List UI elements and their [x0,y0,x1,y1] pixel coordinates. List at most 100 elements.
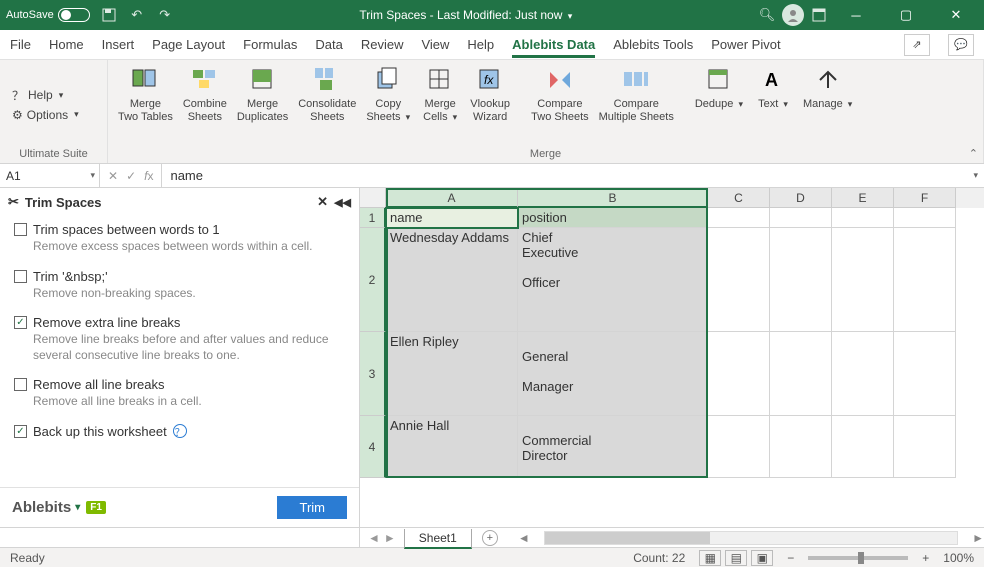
option-4[interactable]: ✓Back up this worksheet？ [14,424,345,439]
scroll-right-icon[interactable]: ► [972,531,984,545]
spreadsheet-grid[interactable]: ABCDEF1nameposition2Wednesday AddamsChie… [360,188,984,527]
zoom-out-icon[interactable]: − [787,551,794,565]
tab-ablebits-tools[interactable]: Ablebits Tools [613,33,693,56]
pane-collapse-icon[interactable]: ◀◀ [334,196,351,209]
ribbon-display-icon[interactable] [810,6,828,24]
cell[interactable] [770,228,832,332]
ablebits-brand[interactable]: Ablebits▾ [12,499,80,516]
row-header[interactable]: 4 [360,416,386,478]
horizontal-scrollbar[interactable] [544,531,958,545]
cell[interactable] [770,208,832,228]
col-header-C[interactable]: C [708,188,770,208]
col-header-A[interactable]: A [386,188,518,208]
minimize-button[interactable]: ─ [834,0,878,30]
cell[interactable]: Ellen Ripley [386,332,518,416]
share-icon[interactable]: ⇗ [904,34,930,56]
row-header[interactable]: 3 [360,332,386,416]
sheet-tab[interactable]: Sheet1 [404,529,472,549]
search-icon[interactable]: 🔍︎ [758,6,776,24]
cell[interactable] [832,228,894,332]
view-page-break-icon[interactable]: ▣ [751,550,773,566]
cell[interactable]: Annie Hall [386,416,518,478]
maximize-button[interactable]: ▢ [884,0,928,30]
cell[interactable] [832,332,894,416]
tab-help[interactable]: Help [467,33,494,56]
checkbox-icon[interactable]: ✓ [14,316,27,329]
ribbon-compare-two-sheets[interactable]: CompareTwo Sheets [527,62,592,125]
fx-icon[interactable]: fx [144,169,153,183]
options-menu[interactable]: ⚙Options▾ [12,108,79,122]
f1-badge[interactable]: F1 [86,501,106,514]
ribbon-combine-sheets[interactable]: CombineSheets [179,62,231,125]
cell[interactable]: Wednesday Addams [386,228,518,332]
name-box[interactable]: A1▾ [0,164,100,187]
tab-review[interactable]: Review [361,33,404,56]
formula-input[interactable]: name▾ [162,164,984,187]
cell[interactable] [894,416,956,478]
option-1[interactable]: Trim '&nbsp;' [14,269,345,284]
cell[interactable] [770,416,832,478]
enter-formula-icon[interactable]: ✓ [126,169,136,183]
cell[interactable]: Chief Executive Officer [518,228,708,332]
ribbon-vlookup-wizard[interactable]: fxVlookupWizard [466,62,514,125]
cell[interactable]: position [518,208,708,228]
checkbox-icon[interactable] [14,270,27,283]
cell[interactable] [708,332,770,416]
trim-button[interactable]: Trim [277,496,347,519]
col-header-E[interactable]: E [832,188,894,208]
view-normal-icon[interactable]: ▦ [699,550,721,566]
tab-home[interactable]: Home [49,33,84,56]
cell[interactable] [708,228,770,332]
col-header-D[interactable]: D [770,188,832,208]
ribbon-consolidate-sheets[interactable]: ConsolidateSheets [294,62,360,125]
ribbon-text[interactable]: AText ▾ [749,62,797,113]
option-2[interactable]: ✓Remove extra line breaks [14,315,345,330]
tab-file[interactable]: File [10,33,31,56]
scroll-left-icon[interactable]: ◄ [518,531,530,545]
ribbon-merge-cells[interactable]: MergeCells ▾ [416,62,464,125]
comments-icon[interactable]: 💬 [948,34,974,56]
autosave-toggle[interactable]: AutoSave [6,8,90,22]
option-0[interactable]: Trim spaces between words to 1 [14,222,345,237]
row-header[interactable]: 2 [360,228,386,332]
collapse-ribbon-icon[interactable]: ⌃ [969,147,978,160]
row-header[interactable]: 1 [360,208,386,228]
tab-power-pivot[interactable]: Power Pivot [711,33,780,56]
cell[interactable] [770,332,832,416]
tab-insert[interactable]: Insert [102,33,135,56]
option-3[interactable]: Remove all line breaks [14,377,345,392]
cell[interactable]: General Manager [518,332,708,416]
tab-data[interactable]: Data [315,33,342,56]
checkbox-icon[interactable] [14,378,27,391]
help-menu[interactable]: ？Help▾ [12,87,63,104]
cell[interactable] [832,208,894,228]
account-avatar[interactable] [782,4,804,26]
cell[interactable] [894,208,956,228]
ribbon-merge-two-tables[interactable]: MergeTwo Tables [114,62,177,125]
cancel-formula-icon[interactable]: ✕ [108,169,118,183]
undo-icon[interactable]: ↶ [128,6,146,24]
checkbox-icon[interactable]: ✓ [14,425,27,438]
cell[interactable] [894,228,956,332]
select-all-corner[interactable] [360,188,386,208]
ribbon-copy-sheets[interactable]: CopySheets ▾ [362,62,414,125]
zoom-in-icon[interactable]: + [922,551,929,565]
ribbon-dedupe[interactable]: Dedupe ▾ [691,62,747,113]
cell[interactable]: Commercial Director [518,416,708,478]
cell[interactable] [708,416,770,478]
pane-close-icon[interactable]: ✕ [317,194,328,210]
cell[interactable] [708,208,770,228]
cell[interactable] [894,332,956,416]
add-sheet-button[interactable]: + [482,530,498,546]
cell[interactable] [832,416,894,478]
cell[interactable]: name [386,208,518,228]
close-button[interactable]: ✕ [934,0,978,30]
redo-icon[interactable]: ↷ [156,6,174,24]
checkbox-icon[interactable] [14,223,27,236]
info-icon[interactable]: ？ [173,424,187,438]
ribbon-compare-multiple-sheets[interactable]: CompareMultiple Sheets [595,62,678,125]
view-page-layout-icon[interactable]: ▤ [725,550,747,566]
sheet-nav-first-icon[interactable]: ◄ [368,531,380,545]
col-header-B[interactable]: B [518,188,708,208]
save-icon[interactable] [100,6,118,24]
